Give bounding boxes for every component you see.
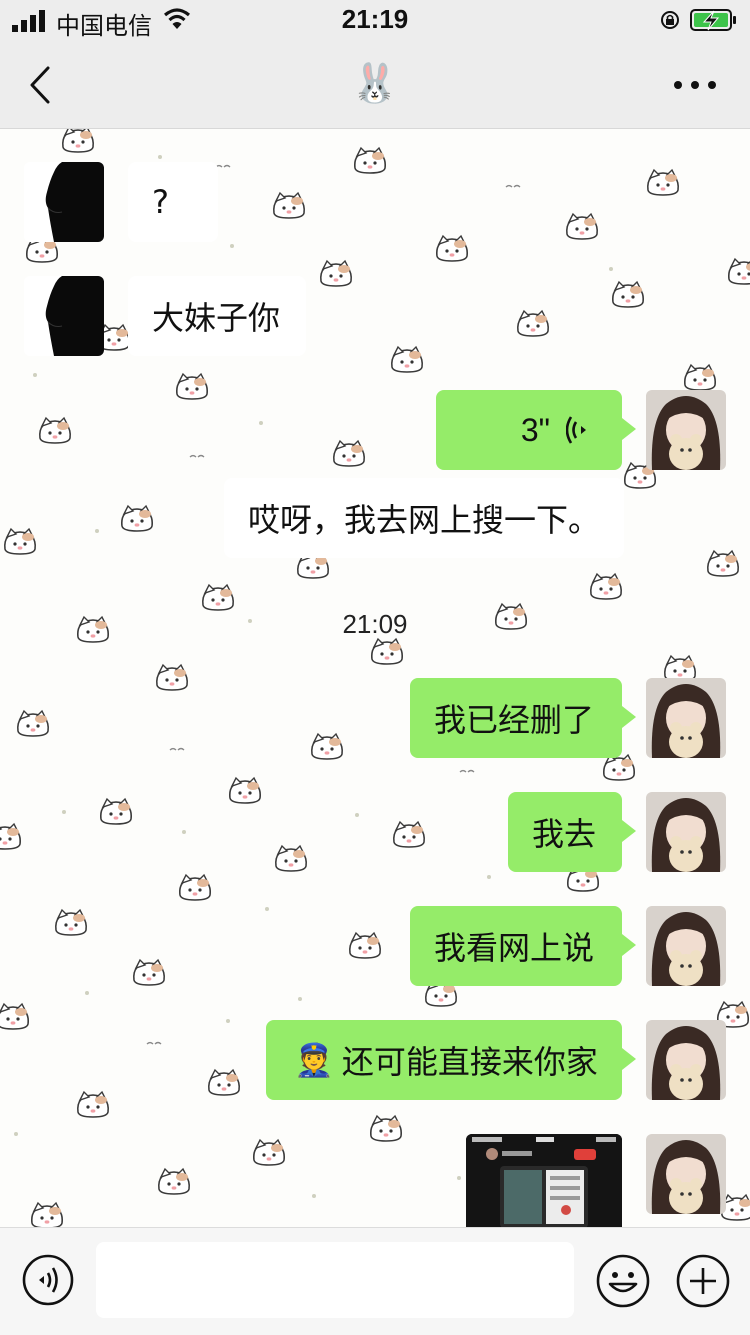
message-bubble-received[interactable]: ? xyxy=(128,162,218,242)
my-avatar[interactable] xyxy=(646,1020,726,1100)
voice-duration: 3" xyxy=(520,411,550,448)
status-time: 21:19 xyxy=(341,4,409,34)
message-text: 我看网上说 xyxy=(434,929,595,967)
my-avatar[interactable] xyxy=(646,906,726,986)
chat-input-bar xyxy=(0,1227,750,1335)
chat-header: 🐰 xyxy=(0,44,750,129)
my-avatar-image xyxy=(646,1134,726,1214)
my-avatar-image xyxy=(646,792,726,872)
message-bubble-sent[interactable]: 我看网上说 xyxy=(410,906,636,986)
contact-avatar[interactable] xyxy=(24,162,104,242)
message-bubble-received[interactable]: 哎呀，我去网上搜一下。 xyxy=(224,478,624,558)
contact-avatar-image xyxy=(24,162,104,242)
police-officer-emoji: 👮 xyxy=(294,1041,334,1079)
voice-input-icon[interactable] xyxy=(22,1254,74,1306)
contact-avatar-image xyxy=(24,276,104,356)
image-message-thumbnail xyxy=(466,1134,622,1227)
my-avatar-image xyxy=(646,390,726,470)
plus-icon[interactable] xyxy=(676,1254,730,1308)
chat-message-list[interactable]: ? 大妹子你 3" 哎呀，我去网上搜一下。 21:09 我已经删了 我去 我看网… xyxy=(0,129,750,1227)
image-message[interactable] xyxy=(466,1134,622,1227)
voice-wave-icon xyxy=(566,416,586,444)
message-bubble-sent[interactable]: 我去 xyxy=(508,792,636,872)
my-avatar[interactable] xyxy=(646,1134,726,1214)
rotation-lock-icon xyxy=(661,11,679,29)
battery-charging-icon xyxy=(690,9,736,31)
my-avatar-image xyxy=(646,906,726,986)
my-avatar[interactable] xyxy=(646,678,726,758)
message-text: 大妹子你 xyxy=(152,299,281,337)
message-timestamp: 21:09 xyxy=(342,609,408,639)
message-text: ? xyxy=(152,183,169,221)
message-bubble-sent[interactable]: 我已经删了 xyxy=(410,678,636,758)
message-bubble-sent[interactable]: 👮 还可能直接来你家 xyxy=(266,1020,636,1100)
status-bar: 中国电信 21:19 xyxy=(0,0,750,44)
message-text: 我去 xyxy=(532,815,597,853)
message-bubble-received[interactable]: 大妹子你 xyxy=(128,276,306,356)
my-avatar-image xyxy=(646,1020,726,1100)
my-avatar-image xyxy=(646,678,726,758)
voice-message-bubble[interactable]: 3" xyxy=(436,390,636,470)
my-avatar[interactable] xyxy=(646,390,726,470)
more-options-icon[interactable] xyxy=(668,70,724,100)
my-avatar[interactable] xyxy=(646,792,726,872)
message-text: 哎呀，我去网上搜一下。 xyxy=(248,501,601,539)
emoji-icon[interactable] xyxy=(596,1254,650,1308)
message-input[interactable] xyxy=(96,1242,574,1318)
contact-avatar[interactable] xyxy=(24,276,104,356)
chat-title: 🐰 xyxy=(351,61,399,105)
message-text: 还可能直接来你家 xyxy=(341,1043,598,1081)
message-text: 我已经删了 xyxy=(434,701,595,739)
